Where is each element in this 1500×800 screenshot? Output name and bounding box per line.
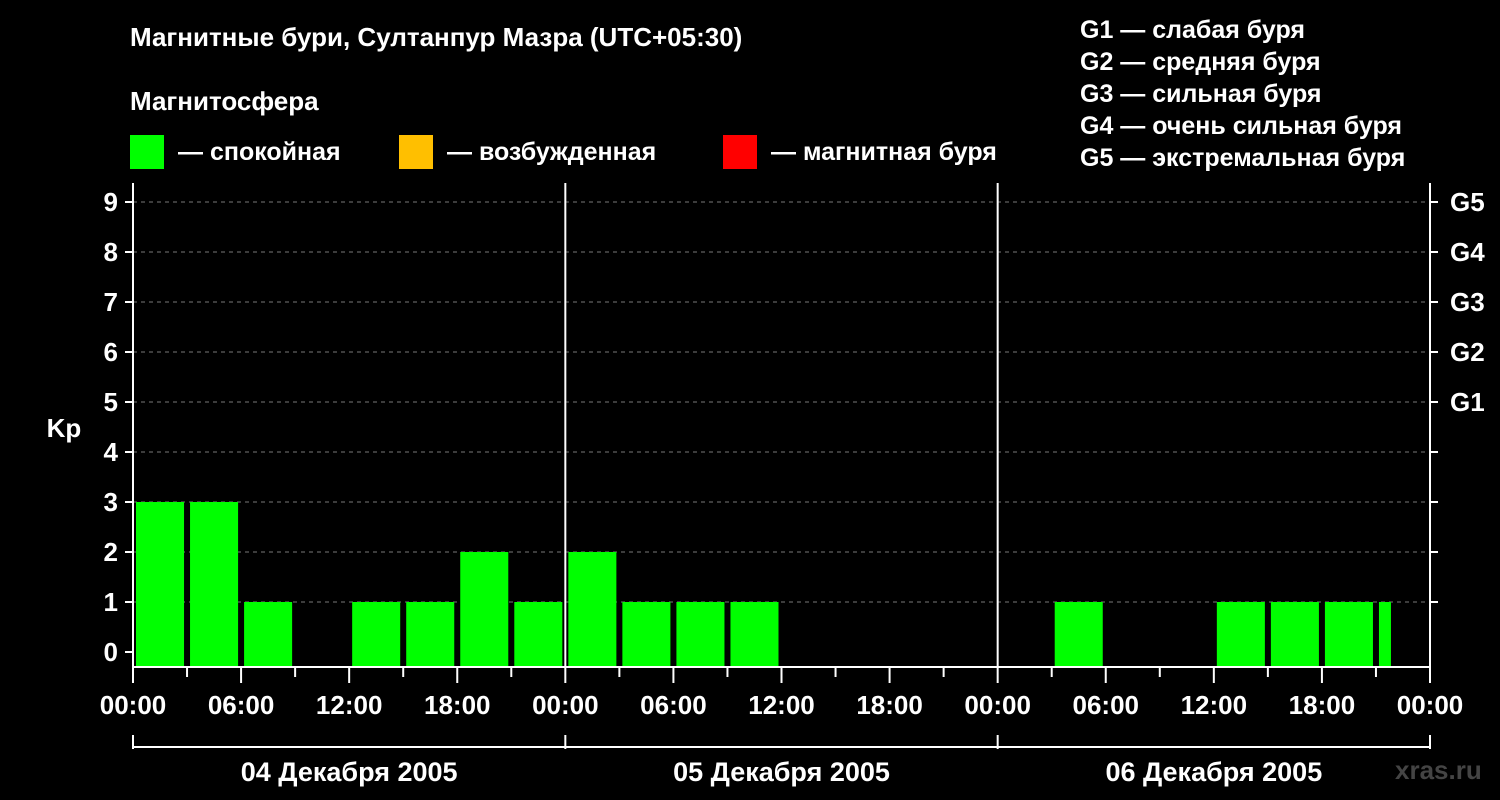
watermark: xras.ru	[1395, 755, 1482, 785]
x-tick-label: 18:00	[1289, 690, 1356, 720]
kp-bar	[676, 602, 725, 667]
kp-bar	[514, 602, 563, 667]
x-tick-label: 00:00	[1397, 690, 1464, 720]
g-level-label: G4	[1450, 237, 1485, 267]
y-tick-label: 7	[104, 287, 118, 317]
y-tick-label: 3	[104, 487, 118, 517]
kp-bar	[190, 502, 239, 667]
kp-bar	[568, 552, 617, 667]
y-tick-label: 2	[104, 537, 118, 567]
x-tick-label: 12:00	[748, 690, 815, 720]
g-level-label: G5	[1450, 187, 1485, 217]
kp-bar	[352, 602, 401, 667]
kp-bar	[730, 602, 779, 667]
x-tick-label: 18:00	[424, 690, 491, 720]
g-level-label: G3	[1450, 287, 1485, 317]
kp-chart: 0 1 2 3 4 5 6 7 8 9 G1 G2 G3 G4 G5 Kp 00:00 06:00 12:00 18:…	[47, 183, 1485, 787]
g-level-label: G1	[1450, 387, 1485, 417]
y-tick-label: 0	[104, 637, 118, 667]
x-tick-label: 06:00	[640, 690, 707, 720]
kp-bar	[244, 602, 293, 667]
x-tick-label: 00:00	[964, 690, 1031, 720]
y-tick-label: 5	[104, 387, 118, 417]
kp-bar	[136, 502, 185, 667]
kp-bar	[1378, 602, 1391, 667]
grid-layer	[133, 201, 1430, 603]
y-tick-label: 1	[104, 587, 118, 617]
kp-bar	[1216, 602, 1265, 667]
y-tick-label: 8	[104, 237, 118, 267]
day-label: 05 Декабря 2005	[673, 757, 890, 787]
y-tick-label: 6	[104, 337, 118, 367]
kp-bar	[622, 602, 671, 667]
kp-bar	[460, 552, 509, 667]
y-axis-label: Kp	[47, 413, 82, 443]
x-tick-label: 18:00	[856, 690, 923, 720]
day-label: 06 Декабря 2005	[1105, 757, 1322, 787]
x-tick-label: 00:00	[532, 690, 599, 720]
kp-bar	[1324, 602, 1373, 667]
kp-bar	[1054, 602, 1103, 667]
x-tick-label: 06:00	[208, 690, 275, 720]
x-tick-label: 06:00	[1073, 690, 1140, 720]
kp-bar	[406, 602, 455, 667]
g-level-label: G2	[1450, 337, 1485, 367]
kp-bar	[1270, 602, 1319, 667]
x-tick-label: 00:00	[100, 690, 167, 720]
axis-layer: 0 1 2 3 4 5 6 7 8 9 G1 G2 G3 G4 G5 Kp 00:00 06:00 12:00 18:…	[47, 183, 1485, 787]
x-tick-label: 12:00	[1181, 690, 1248, 720]
y-tick-label: 4	[104, 437, 119, 467]
y-tick-label: 9	[104, 187, 118, 217]
x-tick-label: 12:00	[316, 690, 383, 720]
day-label: 04 Декабря 2005	[241, 757, 458, 787]
bar-layer	[136, 502, 1391, 667]
